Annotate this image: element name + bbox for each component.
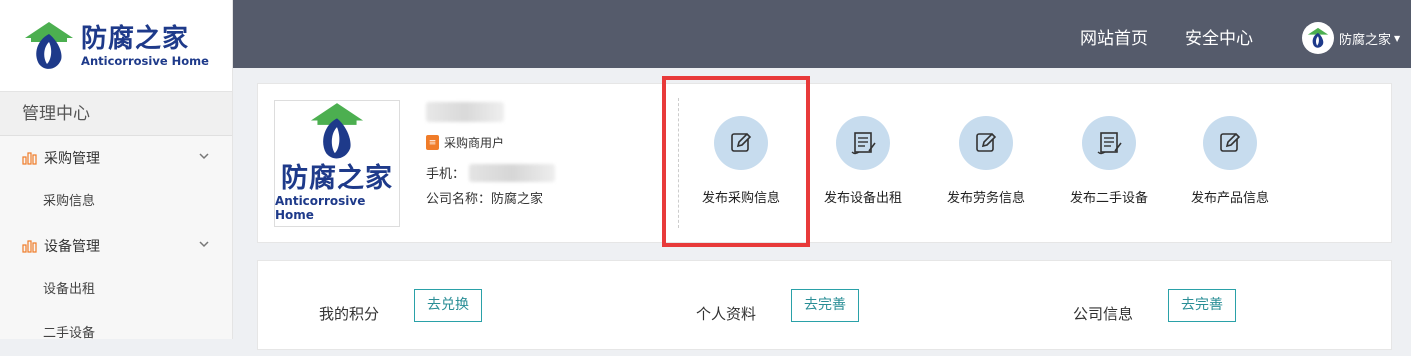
bar-chart-icon	[22, 152, 37, 165]
user-name: 防腐之家	[1339, 32, 1392, 48]
menu-group-label: 设备管理	[44, 239, 100, 255]
edit-icon	[959, 116, 1013, 170]
role-label: 采购商用户	[444, 136, 505, 150]
avatar-name-en: Anticorrosive Home	[275, 194, 366, 222]
logo-house-icon	[310, 103, 364, 159]
publish-labor-button[interactable]: 发布劳务信息	[931, 116, 1041, 206]
sidebar-item-purchase-info[interactable]: 采购信息	[0, 180, 232, 224]
action-label: 发布劳务信息	[946, 191, 1025, 206]
publish-used-equipment-button[interactable]: 发布二手设备	[1054, 116, 1164, 206]
logo-house-icon	[1307, 27, 1329, 48]
profile-info-label: 个人资料	[696, 305, 757, 323]
avatar-name-cn: 防腐之家	[281, 163, 393, 194]
caret-down-icon: ▼	[1394, 33, 1401, 43]
logo-name-cn: 防腐之家	[81, 23, 190, 54]
phone-row: 手机：	[426, 163, 556, 182]
site-logo[interactable]: 防腐之家 Anticorrosive Home	[0, 0, 232, 92]
user-menu[interactable]: 防腐之家 ▼	[1302, 22, 1400, 54]
edit-icon	[1203, 116, 1257, 170]
nav-home[interactable]: 网站首页	[1080, 0, 1148, 68]
role-badge: ≡ 采购商用户	[426, 134, 504, 151]
action-label: 发布设备出租	[823, 191, 902, 206]
phone-redacted	[469, 163, 556, 182]
menu-group-purchase[interactable]: 采购管理	[0, 136, 232, 180]
redeem-button[interactable]: 去兑换	[414, 289, 482, 322]
bar-chart-icon	[22, 240, 37, 253]
action-label: 发布产品信息	[1190, 191, 1269, 206]
user-type-icon: ≡	[426, 135, 439, 150]
complete-company-button[interactable]: 去完善	[1168, 289, 1236, 322]
profile-avatar: 防腐之家 Anticorrosive Home	[274, 100, 400, 227]
company-info-label: 公司信息	[1073, 305, 1134, 323]
chevron-down-icon	[199, 241, 209, 248]
document-icon	[1082, 116, 1136, 170]
chevron-down-icon	[199, 153, 209, 160]
top-bar: 网站首页 安全中心 防腐之家 ▼	[233, 0, 1411, 68]
username-redacted	[426, 102, 504, 122]
publish-rental-button[interactable]: 发布设备出租	[808, 116, 918, 206]
company-name: 公司名称：防腐之家	[426, 192, 544, 207]
avatar	[1302, 22, 1334, 54]
publish-product-button[interactable]: 发布产品信息	[1175, 116, 1285, 206]
points-label: 我的积分	[319, 305, 380, 323]
highlight-box	[662, 76, 810, 247]
stats-card: 我的积分 去兑换 个人资料 去完善 公司信息 去完善	[257, 260, 1392, 350]
phone-label: 手机：	[426, 167, 466, 182]
document-icon	[836, 116, 890, 170]
logo-name-en: Anticorrosive Home	[81, 53, 209, 68]
menu-group-equipment[interactable]: 设备管理	[0, 224, 232, 268]
sidebar-item-equipment-rental[interactable]: 设备出租	[0, 268, 232, 312]
sidebar: 防腐之家 Anticorrosive Home 管理中心 采购管理 采购信息 设…	[0, 0, 233, 341]
profile-card: 防腐之家 Anticorrosive Home ≡ 采购商用户 手机： 公司名称…	[257, 83, 1392, 243]
complete-profile-button[interactable]: 去完善	[791, 289, 859, 322]
action-label: 发布二手设备	[1069, 191, 1148, 206]
logo-house-icon	[25, 21, 74, 69]
sidebar-title: 管理中心	[0, 92, 232, 136]
menu-group-label: 采购管理	[44, 151, 100, 167]
sidebar-item-used-equipment[interactable]: 二手设备	[0, 312, 232, 356]
nav-security-center[interactable]: 安全中心	[1185, 0, 1253, 68]
